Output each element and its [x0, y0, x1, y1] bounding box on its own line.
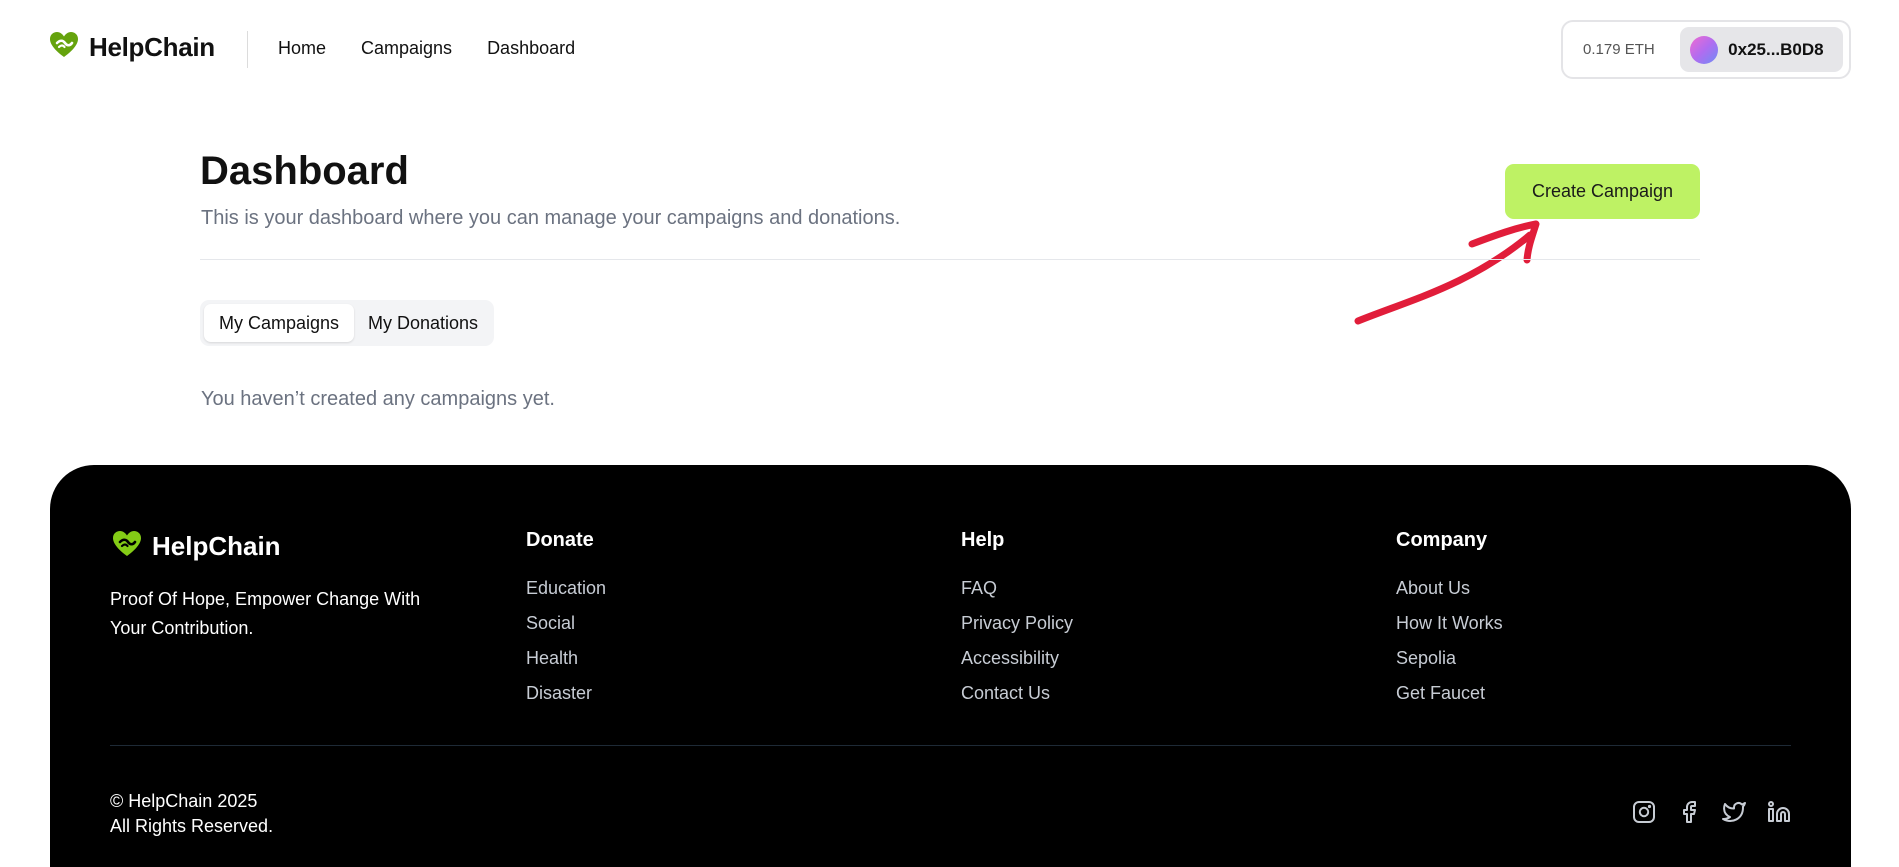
instagram-icon[interactable] [1631, 799, 1657, 825]
footer-link-privacy-policy[interactable]: Privacy Policy [961, 613, 1073, 648]
rights-text: All Rights Reserved. [110, 816, 274, 836]
create-campaign-button[interactable]: Create Campaign [1505, 164, 1700, 219]
header-divider [200, 259, 1700, 260]
footer-link-social[interactable]: Social [526, 613, 606, 648]
linkedin-icon[interactable] [1766, 799, 1792, 825]
footer-divider [110, 745, 1791, 746]
copyright-text: © HelpChain 2025 [110, 791, 258, 811]
wallet-connect-button[interactable]: 0.179 ETH 0x25...B0D8 [1561, 20, 1851, 79]
footer-column-title: Help [961, 529, 1005, 551]
footer-link-disaster[interactable]: Disaster [526, 683, 606, 718]
footer-link-how-it-works[interactable]: How It Works [1396, 613, 1503, 648]
brand-name: HelpChain [89, 32, 215, 62]
dashboard-tabs: My Campaigns My Donations [200, 300, 494, 346]
footer-column-title: Company [1396, 529, 1488, 551]
twitter-icon[interactable] [1721, 799, 1747, 825]
footer-column-company: Company About Us How It Works Sepolia Ge… [1396, 529, 1503, 718]
nav-dashboard-link[interactable]: Dashboard [487, 38, 575, 59]
footer-link-get-faucet[interactable]: Get Faucet [1396, 683, 1503, 718]
footer-brand[interactable]: HelpChain [112, 530, 281, 563]
main-nav: Home Campaigns Dashboard [278, 38, 575, 59]
avatar [1690, 35, 1719, 64]
social-links [1631, 799, 1792, 825]
footer-link-sepolia[interactable]: Sepolia [1396, 648, 1503, 683]
wallet-account-chip[interactable]: 0x25...B0D8 [1680, 27, 1843, 72]
tab-my-campaigns[interactable]: My Campaigns [204, 304, 354, 342]
wallet-address: 0x25...B0D8 [1728, 39, 1824, 59]
footer-column-help: Help FAQ Privacy Policy Accessibility Co… [961, 529, 1073, 718]
empty-state-message: You haven’t created any campaigns yet. [201, 388, 555, 410]
page-subtitle: This is your dashboard where you can man… [201, 207, 901, 229]
page: HelpChain Home Campaigns Dashboard 0.179… [0, 0, 1899, 867]
heart-logo-icon [49, 31, 79, 64]
annotation-arrow-icon [1354, 220, 1540, 325]
tab-my-donations[interactable]: My Donations [356, 304, 490, 342]
page-title: Dashboard [200, 149, 409, 193]
site-footer: HelpChain Proof Of Hope, Empower Change … [50, 465, 1851, 867]
footer-copyright: © HelpChain 2025 All Rights Reserved. [110, 789, 273, 839]
nav-campaigns-link[interactable]: Campaigns [361, 38, 452, 59]
wallet-balance: 0.179 ETH [1583, 41, 1655, 58]
footer-link-faq[interactable]: FAQ [961, 578, 1073, 613]
footer-link-accessibility[interactable]: Accessibility [961, 648, 1073, 683]
footer-link-about-us[interactable]: About Us [1396, 578, 1503, 613]
heart-logo-icon [112, 530, 142, 563]
footer-brand-name: HelpChain [152, 531, 281, 561]
footer-link-contact-us[interactable]: Contact Us [961, 683, 1073, 718]
footer-column-donate: Donate Education Social Health Disaster [526, 529, 606, 718]
facebook-icon[interactable] [1676, 799, 1702, 825]
top-navbar: HelpChain Home Campaigns Dashboard 0.179… [0, 0, 1899, 100]
nav-home-link[interactable]: Home [278, 38, 326, 59]
footer-column-title: Donate [526, 529, 594, 551]
footer-link-health[interactable]: Health [526, 648, 606, 683]
footer-tagline: Proof Of Hope, Empower Change With Your … [110, 589, 421, 638]
footer-link-education[interactable]: Education [526, 578, 606, 613]
brand-logo[interactable]: HelpChain [49, 31, 215, 64]
nav-divider [247, 31, 248, 68]
